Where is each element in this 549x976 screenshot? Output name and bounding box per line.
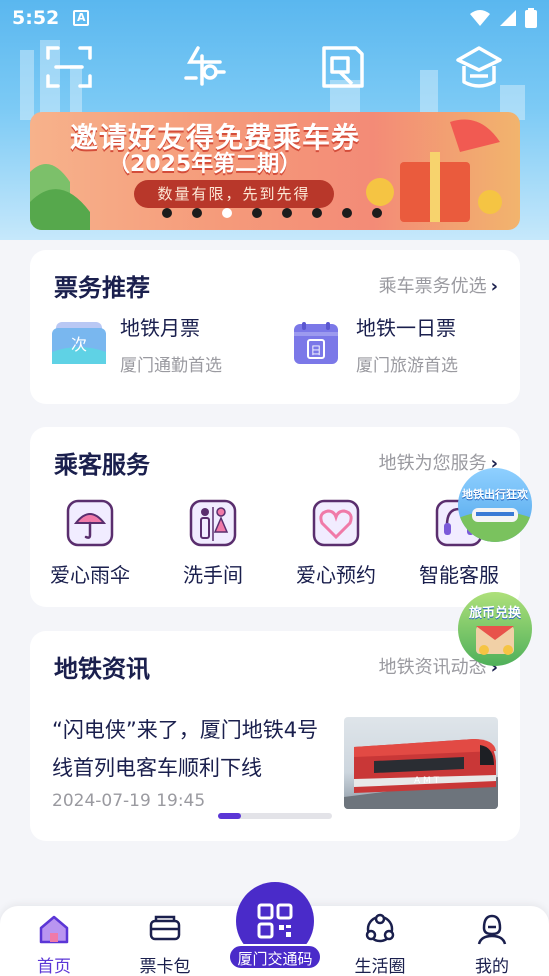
life-circle-icon xyxy=(365,913,395,943)
status-bar: 5:52 A xyxy=(0,0,549,36)
card-title: 票务推荐 xyxy=(54,274,150,302)
tab-label: 首页 xyxy=(37,957,71,976)
card-title: 乘客服务 xyxy=(54,451,150,479)
service-label: 爱心预约 xyxy=(296,563,376,587)
tab-label: 票卡包 xyxy=(139,957,191,976)
profile-icon xyxy=(477,914,507,945)
pagination-dot[interactable] xyxy=(222,208,232,218)
monthly-ticket-item[interactable]: 次 地铁月票 厦门通勤首选 xyxy=(52,312,222,376)
tab-card-wallet[interactable]: 票卡包 xyxy=(125,912,205,976)
transit-code-label[interactable]: 厦门交通码 xyxy=(228,944,322,970)
service-heart-booking[interactable]: 爱心预约 xyxy=(286,499,386,588)
qr-code-icon xyxy=(257,903,293,939)
pagination-dot[interactable] xyxy=(162,208,172,218)
ticket-more-link[interactable]: 乘车票务优选 › xyxy=(379,272,498,298)
ticket-recommend-card: 票务推荐 乘车票务优选 › 次 地铁月票 厦门通勤首选 日 地铁一日票 厦门旅游首… xyxy=(30,250,520,404)
service-label: 洗手间 xyxy=(183,563,243,587)
heart-booking-icon xyxy=(312,499,360,547)
passenger-service-card: 乘客服务 地铁为您服务 › 爱心雨伞 洗手间 爱心预约 智能客服 xyxy=(30,427,520,607)
promo-banner[interactable]: 邀请好友得免费乘车券 （2025年第二期） 数量有限，先到先得 xyxy=(30,112,520,230)
news-article-date: 2024-07-19 19:45 xyxy=(52,791,206,811)
carnival-badge-label: 地铁出行狂欢 xyxy=(462,488,528,501)
service-label: 智能客服 xyxy=(419,563,499,587)
more-link-label: 乘车票务优选 xyxy=(378,276,487,297)
metro-news-card: 地铁资讯 地铁资讯动态 › “闪电侠”来了，厦门地铁4号线首列电客车顺利下线 20… xyxy=(30,631,520,841)
news-carousel-progress xyxy=(218,813,332,819)
token-exchange-badge[interactable]: 旅币兑换 xyxy=(458,592,532,666)
service-hat-icon[interactable] xyxy=(454,42,504,92)
carnival-badge-art xyxy=(458,508,532,542)
tab-life-circle[interactable]: 生活圈 xyxy=(340,912,420,976)
monthly-ticket-icon-text: 次 xyxy=(71,335,87,354)
ticket-record-icon[interactable] xyxy=(318,42,368,92)
battery-icon xyxy=(525,8,537,28)
day-ticket-item[interactable]: 日 地铁一日票 厦门旅游首选 xyxy=(288,312,458,376)
ticket-name: 地铁一日票 xyxy=(356,316,456,340)
notification-icon: A xyxy=(73,10,90,26)
day-ticket-icon: 日 xyxy=(294,322,338,364)
service-restroom[interactable]: 洗手间 xyxy=(163,499,263,588)
status-time: 5:52 xyxy=(12,7,60,29)
tab-profile[interactable]: 我的 xyxy=(452,912,532,976)
banner-subtitle: （2025年第二期） xyxy=(108,152,302,177)
ticket-name: 地铁月票 xyxy=(120,316,200,340)
quick-actions-bar xyxy=(0,40,549,96)
tab-home[interactable]: 首页 xyxy=(14,912,94,976)
card-title: 地铁资讯 xyxy=(54,655,150,683)
home-icon xyxy=(39,915,69,944)
tab-label: 我的 xyxy=(475,957,509,976)
card-wallet-icon xyxy=(149,915,181,941)
banner-tagline: 数量有限，先到先得 xyxy=(134,180,334,208)
monthly-ticket-icon: 次 xyxy=(52,322,106,364)
restroom-icon xyxy=(189,499,237,547)
pagination-dot[interactable] xyxy=(312,208,322,218)
scan-icon[interactable] xyxy=(44,42,94,92)
train-livery-text: A M T xyxy=(414,776,440,786)
pagination-dot[interactable] xyxy=(282,208,292,218)
metro-route-icon[interactable] xyxy=(180,42,230,92)
news-carousel-progress-fill xyxy=(218,813,241,819)
wifi-icon xyxy=(470,10,490,26)
ticket-desc: 厦门通勤首选 xyxy=(120,356,222,376)
service-umbrella[interactable]: 爱心雨伞 xyxy=(40,499,140,588)
signal-icon xyxy=(500,10,516,26)
metro-carnival-badge[interactable]: 地铁出行狂欢 xyxy=(458,468,532,542)
exchange-badge-label: 旅币兑换 xyxy=(468,606,521,621)
tab-label: 生活圈 xyxy=(354,957,406,976)
pagination-dot[interactable] xyxy=(192,208,202,218)
pagination-dot[interactable] xyxy=(252,208,262,218)
day-ticket-icon-text: 日 xyxy=(311,344,322,357)
pagination-dot[interactable] xyxy=(342,208,352,218)
banner-pagination xyxy=(162,208,382,218)
pagination-dot[interactable] xyxy=(372,208,382,218)
umbrella-icon xyxy=(66,499,114,547)
news-article-image[interactable]: A M T xyxy=(344,717,498,809)
news-article-title[interactable]: “闪电侠”来了，厦门地铁4号线首列电客车顺利下线 xyxy=(52,711,334,787)
service-label: 爱心雨伞 xyxy=(50,563,130,587)
train-image: A M T xyxy=(344,739,498,809)
chevron-right-icon: › xyxy=(490,276,498,297)
ticket-desc: 厦门旅游首选 xyxy=(356,356,458,376)
